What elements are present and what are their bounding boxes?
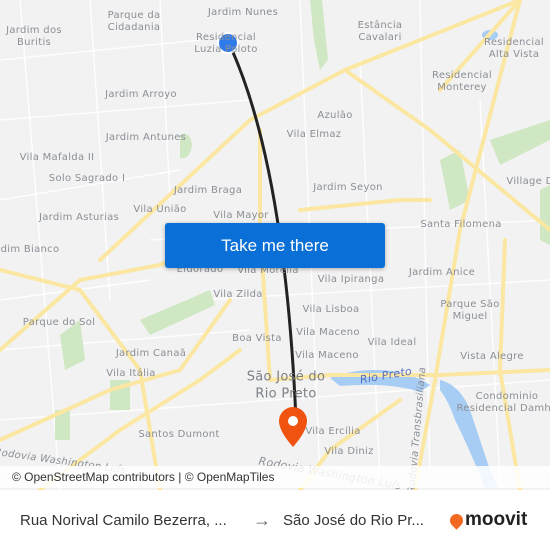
place-label: Luzia Poloto: [194, 44, 258, 55]
moovit-pin-icon: [447, 510, 466, 530]
place-label: Vila Mafalda II: [19, 152, 95, 163]
place-label: Buritis: [16, 37, 52, 48]
take-me-there-button[interactable]: Take me there: [165, 223, 385, 268]
place-label: Parque São: [440, 299, 500, 310]
route-footer: Rua Norival Camilo Bezerra, ... → São Jo…: [0, 490, 550, 550]
place-label: Jardim Canaã: [115, 348, 187, 359]
place-label: Parque do Sol: [22, 317, 96, 328]
place-label: Cavalari: [358, 32, 402, 43]
place-label: Estância: [357, 20, 403, 31]
place-label: Vila Ipiranga: [317, 274, 385, 285]
place-label: Azulão: [317, 110, 353, 121]
place-label: Vila Zilda: [213, 289, 263, 300]
place-label: Jardim Asturias: [38, 212, 120, 223]
place-label: Vila Itália: [106, 368, 156, 379]
place-label: Vila Diniz: [324, 446, 374, 457]
place-label: Monterey: [437, 82, 487, 93]
destination-name: São José do Rio Pr...: [283, 511, 424, 529]
place-label: Vila Lisboa: [302, 304, 360, 315]
place-label: Santa Filomena: [420, 219, 502, 230]
place-label: Miguel: [452, 311, 488, 322]
place-label: Residencial: [432, 70, 492, 81]
place-label: Jardim dos: [6, 25, 62, 36]
place-label: Residencial: [484, 37, 544, 48]
place-label: Vila União: [133, 204, 187, 215]
place-label: Jardim Nunes: [207, 7, 279, 18]
place-label: Jardim Arroyo: [105, 89, 177, 100]
origin-name: Rua Norival Camilo Bezerra, ...: [20, 511, 227, 529]
place-label: Vila Elmaz: [286, 129, 342, 140]
place-label: Solo Sagrado I: [48, 173, 126, 184]
place-label: Vista Alegre: [460, 351, 524, 362]
arrow-right-icon: →: [253, 509, 271, 530]
map-view[interactable]: Jardim Nunes Parque da Cidadania Jardim dos…: [0, 0, 550, 490]
place-label: Residencial: [196, 32, 256, 43]
place-label: Vila Maceno: [295, 350, 359, 361]
place-label: Vila Mayor: [213, 210, 269, 221]
city-label-line2: Rio Preto: [255, 386, 317, 402]
place-label: Jardim Anice: [408, 267, 476, 278]
place-label: Vila Ercília: [305, 426, 361, 437]
place-label: Cidadania: [107, 22, 161, 33]
place-label: Parque da: [107, 10, 161, 21]
moovit-logo[interactable]: moovit: [447, 509, 528, 531]
place-label: Alta Vista: [488, 49, 540, 60]
map-attribution[interactable]: © OpenStreetMap contributors | © OpenMap…: [0, 466, 550, 488]
place-label: Jardim Seyon: [313, 182, 383, 193]
destination-marker[interactable]: [279, 407, 307, 447]
place-label: Vila Maceno: [296, 327, 360, 338]
place-label: Vila Ideal: [367, 337, 417, 348]
place-label: Condominio: [475, 391, 539, 402]
place-label: Jardim Antunes: [105, 132, 187, 143]
destination-pin-icon: [279, 407, 307, 447]
place-label: Boa Vista: [232, 333, 282, 344]
place-label: Village D: [506, 176, 550, 187]
place-label: Residencial Damha: [456, 403, 550, 414]
place-label: Santos Dumont: [138, 429, 220, 440]
place-label: Jardim Braga: [173, 185, 243, 196]
city-label-line1: São José do: [246, 369, 326, 385]
place-label: dim Bianco: [0, 244, 60, 255]
moovit-brand: moovit: [465, 509, 528, 530]
